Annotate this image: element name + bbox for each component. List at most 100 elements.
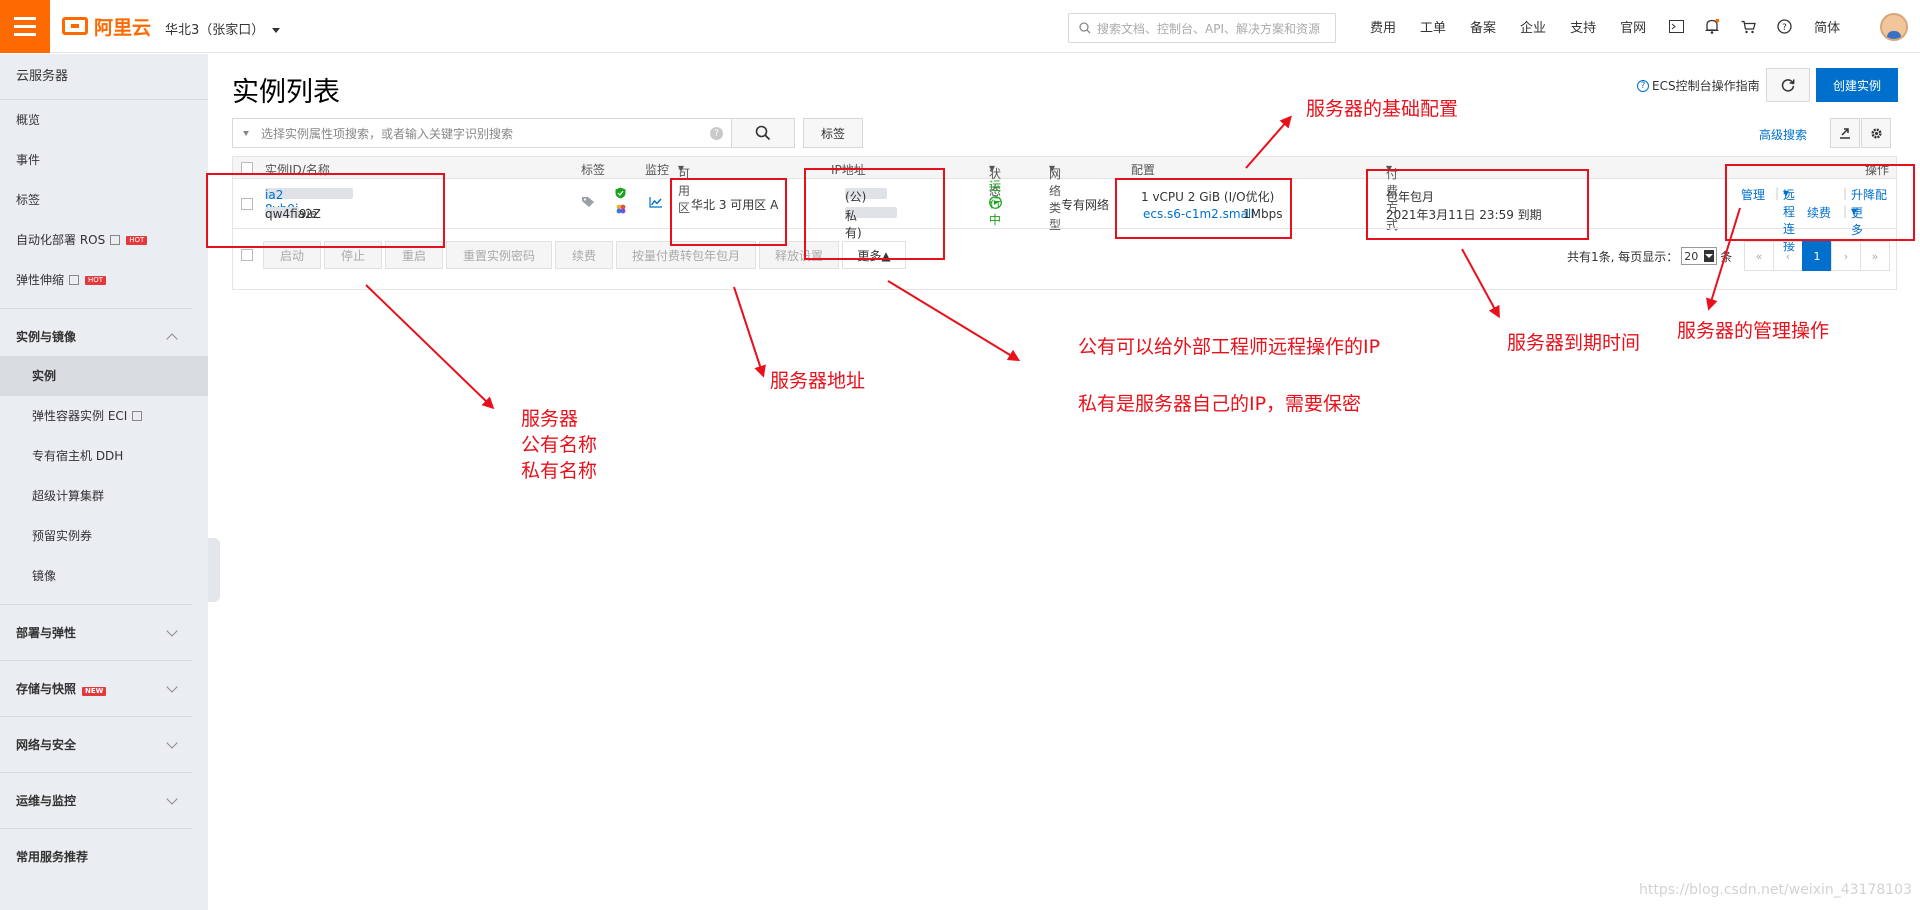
annotation-manage: 服务器的管理操作 <box>1677 320 1830 342</box>
sidebar-item-overview[interactable]: 概览 <box>0 100 208 140</box>
highlight-box-billing <box>1366 169 1589 240</box>
sidebar-item-reserved[interactable]: 预留实例券 <box>0 516 208 556</box>
next-page-button[interactable]: › <box>1831 241 1861 271</box>
reset-password-button[interactable]: 重置实例密码 <box>446 241 552 269</box>
sidebar-collapse-handle[interactable] <box>208 538 220 602</box>
annotation-server-line: 服务器 <box>521 408 579 430</box>
nav-billing[interactable]: 费用 <box>1358 17 1408 36</box>
sidebar-item-eci[interactable]: 弹性容器实例 ECI <box>0 396 208 436</box>
sidebar-item-eci-label: 弹性容器实例 ECI <box>32 409 128 423</box>
instance-table: 实例ID/名称 标签 监控 可用区 ▾ IP地址 状态 ▾ 网络类型 ▾ 配置 … <box>232 156 1897 290</box>
sidebar-item-scc[interactable]: 超级计算集群 <box>0 476 208 516</box>
svg-text:?: ? <box>1782 23 1787 33</box>
sidebar-group-network-label: 网络与安全 <box>16 737 77 752</box>
create-instance-button[interactable]: 创建实例 <box>1816 68 1898 102</box>
footer-select-all-checkbox[interactable] <box>241 249 253 261</box>
network-type: 专有网络 <box>1061 198 1110 212</box>
help-icon[interactable]: ? <box>1766 0 1802 53</box>
header-status[interactable]: 状态 ▾ <box>989 161 1001 198</box>
sidebar-item-scaling[interactable]: 弹性伸缩 HOT <box>0 260 208 300</box>
global-search-placeholder: 搜索文档、控制台、API、解决方案和资源 <box>1097 21 1320 36</box>
annotation-server: 服务器 公有名称 私有名称 <box>521 406 597 484</box>
instance-search-input[interactable]: 选择实例属性项搜索，或者输入关键字识别搜索 ? <box>232 118 732 148</box>
highlight-box-instance <box>206 173 445 248</box>
sidebar-group-deploy-label: 部署与弹性 <box>16 625 77 640</box>
advanced-search-link[interactable]: 高级搜索 <box>1759 126 1807 143</box>
highlight-box-ip <box>804 168 945 260</box>
sidebar-item-ddh[interactable]: 专有宿主机 DDH <box>0 436 208 476</box>
annotation-server-line: 私有名称 <box>521 460 598 482</box>
nav-website[interactable]: 官网 <box>1608 17 1658 36</box>
watermark: https://blog.csdn.net/weixin_43178103 <box>1638 882 1912 898</box>
sidebar-group-storage[interactable]: 存储与快照 NEW <box>0 660 192 716</box>
chevron-down-icon <box>166 736 178 749</box>
sidebar-item-ros[interactable]: 自动化部署 ROS HOT <box>0 220 208 260</box>
caret-down-icon[interactable] <box>243 130 249 136</box>
nav-enterprise[interactable]: 企业 <box>1508 17 1558 36</box>
menu-icon[interactable] <box>0 0 50 53</box>
top-nav: 费用 工单 备案 企业 支持 官网 ? 简体 <box>1358 0 1852 53</box>
prev-page-button[interactable]: ‹ <box>1773 241 1803 271</box>
table-row: i-8vb9iia2 iZ8vb9ieqw4fia2Z 华北 3 可用区 A 3… <box>233 179 1896 253</box>
header-config: 配置 <box>1131 163 1156 177</box>
refresh-icon <box>1781 79 1795 92</box>
page-size-select[interactable]: 20 <box>1681 247 1718 265</box>
nav-icp[interactable]: 备案 <box>1458 17 1508 36</box>
sidebar-group-deploy[interactable]: 部署与弹性 <box>0 604 192 660</box>
help-icon[interactable]: ? <box>710 127 723 140</box>
ecs-guide-link[interactable]: ? ECS控制台操作指南 <box>1637 77 1760 94</box>
security-shield-icon[interactable] <box>615 187 626 202</box>
sidebar-group-ops-label: 运维与监控 <box>16 793 77 808</box>
sidebar: 云服务器 概览 事件 标签 自动化部署 ROS HOT 弹性伸缩 HOT 实例与… <box>0 54 208 910</box>
page-size-unit: 条 <box>1720 249 1733 264</box>
sidebar-item-scaling-label: 弹性伸缩 <box>16 273 65 287</box>
brand-name: 阿里云 <box>94 16 152 39</box>
header-zone[interactable]: 可用区 ▾ <box>678 161 690 215</box>
nav-tickets[interactable]: 工单 <box>1408 17 1458 36</box>
current-page-button[interactable]: 1 <box>1802 241 1832 271</box>
header-network[interactable]: 网络类型 ▾ <box>1049 161 1061 232</box>
hot-badge: HOT <box>85 275 107 285</box>
sidebar-item-recommend[interactable]: 常用服务推荐 <box>0 828 192 884</box>
page-info: 共有1条, 每页显示： 20 条 <box>1567 247 1732 265</box>
search-icon <box>1079 22 1091 34</box>
chevron-down-icon <box>1704 250 1715 262</box>
renew-button[interactable]: 续费 <box>555 241 613 269</box>
sidebar-group-ops[interactable]: 运维与监控 <box>0 772 192 828</box>
export-button[interactable] <box>1830 118 1860 148</box>
settings-button[interactable] <box>1861 118 1891 148</box>
sidebar-item-tags[interactable]: 标签 <box>0 180 208 220</box>
sidebar-group-network[interactable]: 网络与安全 <box>0 716 192 772</box>
global-search-input[interactable]: 搜索文档、控制台、API、解决方案和资源 <box>1068 13 1336 43</box>
sidebar-item-events[interactable]: 事件 <box>0 140 208 180</box>
sidebar-item-images[interactable]: 镜像 <box>0 556 208 596</box>
new-badge: NEW <box>82 686 107 696</box>
user-avatar[interactable] <box>1880 13 1908 41</box>
sidebar-item-instances[interactable]: 实例 <box>0 356 208 396</box>
top-bar: 阿里云 华北3（张家口） 搜索文档、控制台、API、解决方案和资源 费用 工单 … <box>0 0 1920 53</box>
search-button[interactable] <box>732 118 795 148</box>
tag-filter-button[interactable]: 标签 <box>803 118 863 148</box>
bell-icon[interactable] <box>1694 0 1730 53</box>
last-page-button[interactable]: » <box>1860 241 1890 271</box>
chevron-down-icon <box>166 680 178 693</box>
nav-support[interactable]: 支持 <box>1558 17 1608 36</box>
terminal-icon[interactable] <box>1658 0 1694 53</box>
refresh-button[interactable] <box>1766 68 1810 102</box>
cart-icon[interactable] <box>1730 0 1766 53</box>
brand-logo[interactable]: 阿里云 <box>62 14 152 39</box>
instance-search-placeholder: 选择实例属性项搜索，或者输入关键字识别搜索 <box>261 126 514 141</box>
aliyun-logo-icon <box>62 17 88 35</box>
export-icon <box>1840 128 1850 139</box>
sidebar-title: 云服务器 <box>0 54 208 100</box>
monitor-chart-icon[interactable] <box>649 197 662 211</box>
annotation-ip-public: 公有可以给外部工程师远程操作的IP <box>1078 336 1381 358</box>
tag-icon[interactable] <box>581 196 595 211</box>
language-switch[interactable]: 简体 <box>1802 17 1852 36</box>
region-selector[interactable]: 华北3（张家口） <box>165 19 281 38</box>
search-icon <box>755 125 771 141</box>
header-tag: 标签 <box>581 163 606 177</box>
gear-icon <box>1870 127 1882 139</box>
first-page-button[interactable]: « <box>1744 241 1774 271</box>
chevron-down-icon <box>166 792 178 805</box>
